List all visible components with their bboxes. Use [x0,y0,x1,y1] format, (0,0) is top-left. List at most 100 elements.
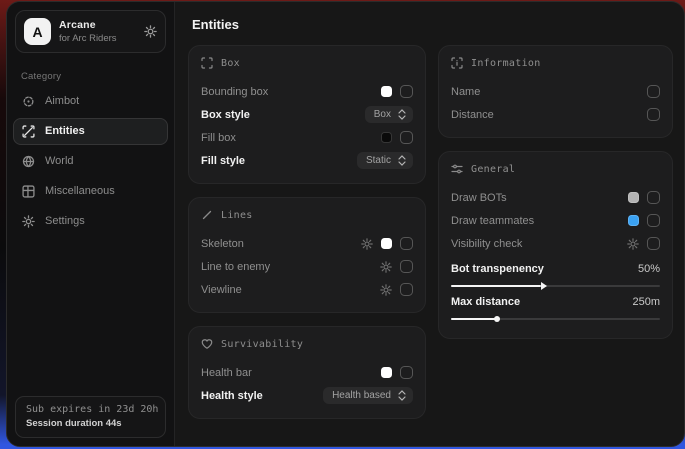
color-swatch[interactable] [381,367,392,378]
line-to-enemy-row: Line to enemy [201,256,413,277]
row-label: Distance [451,109,494,121]
health-style-dropdown[interactable]: Health based [323,387,413,404]
diagonal-line-icon [201,209,213,221]
survivability-panel: Survivability Health bar Health style He… [188,326,426,419]
sidebar: A Arcane for Arc Riders Category [7,2,175,446]
box-style-row: Box style Box [201,104,413,125]
skeleton-row: Skeleton [201,233,413,254]
name-checkbox[interactable] [647,85,660,98]
fill-box-checkbox[interactable] [400,131,413,144]
chevrons-up-down-icon [398,109,406,120]
right-column: Information Name Distance [438,45,673,339]
bounding-box-checkbox[interactable] [400,85,413,98]
color-swatch[interactable] [628,192,639,203]
sidebar-item-label: Aimbot [45,95,79,107]
survivability-panel-header: Survivability [201,338,413,350]
row-label: Skeleton [201,238,244,250]
sidebar-item-label: Miscellaneous [45,185,115,197]
information-panel: Information Name Distance [438,45,673,138]
distance-row: Distance [451,104,660,125]
name-row: Name [451,81,660,102]
main-content: Entities Box Bounding box [175,2,684,446]
sidebar-item-label: Settings [45,215,85,227]
line-to-enemy-checkbox[interactable] [400,260,413,273]
category-label: Category [21,71,174,82]
sidebar-item-world[interactable]: World [13,148,168,175]
sidebar-item-aimbot[interactable]: Aimbot [13,88,168,115]
left-column: Box Bounding box Box style Box [188,45,426,419]
fill-style-dropdown[interactable]: Static [357,152,413,169]
bounding-box-row: Bounding box [201,81,413,102]
gear-icon [22,215,35,228]
row-label: Bounding box [201,86,268,98]
max-distance-slider[interactable] [451,318,660,320]
slider-arrow-knob[interactable] [541,282,547,290]
box-panel: Box Bounding box Box style Box [188,45,426,184]
gear-icon[interactable] [380,261,392,273]
row-label: Box style [201,109,250,121]
draw-teammates-row: Draw teammates [451,210,660,231]
color-swatch[interactable] [381,86,392,97]
viewline-checkbox[interactable] [400,283,413,296]
health-bar-checkbox[interactable] [400,366,413,379]
page-title: Entities [192,17,673,32]
color-swatch[interactable] [381,238,392,249]
sidebar-nav: Aimbot Entities World [7,86,174,236]
row-label: Health bar [201,367,252,379]
max-distance-group: Max distance 250m [451,293,660,320]
slider-dot-knob[interactable] [494,316,500,322]
chevrons-up-down-icon [398,390,406,401]
row-label: Fill style [201,155,245,167]
lines-panel: Lines Skeleton [188,197,426,313]
draw-bots-checkbox[interactable] [647,191,660,204]
draw-bots-row: Draw BOTs [451,187,660,208]
row-label: Bot transpenency [451,263,544,275]
scan-brackets-icon [201,57,213,69]
general-panel-header: General [451,163,660,175]
sliders-icon [451,163,463,175]
color-swatch[interactable] [381,132,392,143]
general-panel: General Draw BOTs Draw teammates [438,151,673,339]
sidebar-item-label: World [45,155,74,167]
fill-box-row: Fill box [201,127,413,148]
row-label: Draw BOTs [451,192,507,204]
bot-transparency-slider[interactable] [451,285,660,287]
health-style-row: Health style Health based [201,385,413,406]
fill-style-row: Fill style Static [201,150,413,171]
color-swatch[interactable] [628,215,639,226]
chevrons-up-down-icon [398,155,406,166]
information-panel-header: Information [451,57,660,69]
box-panel-header: Box [201,57,413,69]
row-label: Draw teammates [451,215,534,227]
brand-title: Arcane [59,19,136,31]
row-label: Name [451,86,480,98]
lines-panel-header: Lines [201,209,413,221]
subscription-card: Sub expires in 23d 20h Session duration … [15,396,166,438]
row-label: Line to enemy [201,261,270,273]
row-label: Max distance [451,296,520,308]
gear-icon[interactable] [361,238,373,250]
box-style-dropdown[interactable]: Box [365,106,413,123]
globe-icon [22,155,35,168]
skeleton-checkbox[interactable] [400,237,413,250]
scan-person-icon [22,125,35,138]
distance-checkbox[interactable] [647,108,660,121]
visibility-check-checkbox[interactable] [647,237,660,250]
gear-icon[interactable] [144,25,157,38]
sidebar-item-settings[interactable]: Settings [13,208,168,235]
row-label: Fill box [201,132,236,144]
sidebar-item-label: Entities [45,125,85,137]
bot-transparency-group: Bot transpenency 50% [451,260,660,287]
row-label: Visibility check [451,238,522,250]
health-bar-row: Health bar [201,362,413,383]
gear-icon[interactable] [380,284,392,296]
viewline-row: Viewline [201,279,413,300]
crosshair-icon [22,95,35,108]
brand-logo: A [24,18,51,45]
sidebar-item-entities[interactable]: Entities [13,118,168,145]
sidebar-item-miscellaneous[interactable]: Miscellaneous [13,178,168,205]
draw-teammates-checkbox[interactable] [647,214,660,227]
info-scan-icon [451,57,463,69]
gear-icon[interactable] [627,238,639,250]
brand-subtitle: for Arc Riders [59,33,136,44]
